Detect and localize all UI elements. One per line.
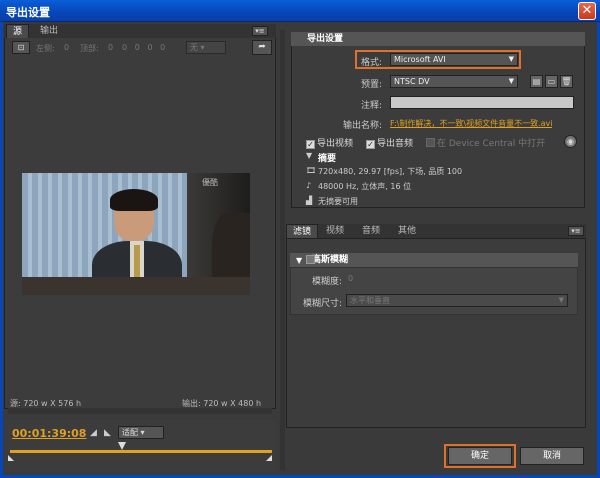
ok-button[interactable]: 确定	[448, 447, 512, 465]
panel-menu-icon[interactable]: ▾≡	[252, 26, 268, 36]
gaussian-blur-header: 高斯模糊	[290, 253, 578, 267]
crop-left-value[interactable]: 0	[64, 43, 69, 52]
comment-input[interactable]	[390, 96, 574, 109]
audio-icon: ♪	[306, 181, 312, 190]
preset-label: 预置:	[360, 80, 382, 90]
zoom-fit-select[interactable]: 适配 ▾	[118, 426, 164, 439]
import-preset-icon[interactable]: ▭	[545, 75, 558, 88]
checkbox-filter[interactable]	[306, 255, 315, 264]
summary-audio: 48000 Hz, 立体声, 16 位	[318, 182, 412, 191]
filter-toggle-icon[interactable]: ▼	[296, 256, 302, 265]
settings-menu-icon[interactable]: ▾≡	[568, 226, 584, 236]
cancel-button[interactable]: 取消	[520, 447, 584, 465]
output-name-label: 输出名称:	[342, 121, 382, 131]
checkbox-device-central[interactable]	[426, 138, 435, 147]
crop-ratio-select[interactable]: 无 ▾	[186, 41, 226, 54]
tab-output[interactable]: 输出	[34, 24, 64, 38]
set-out-icon[interactable]: ◣	[104, 428, 114, 438]
format-highlight	[355, 50, 521, 69]
settings-tabs: 滤镜 视频 音频 其他 ▾≡	[286, 224, 586, 238]
checkbox-video[interactable]: ✓	[306, 140, 315, 149]
summary-toggle-icon[interactable]: ▼	[306, 151, 312, 160]
desk	[22, 277, 250, 295]
summary-none: 无摘要可用	[318, 197, 358, 206]
device-central-checkbox[interactable]: 在 Device Central 中打开	[426, 136, 545, 149]
tab-filters[interactable]: 滤镜	[286, 224, 319, 238]
timeline-track[interactable]	[10, 450, 272, 453]
set-in-icon[interactable]: ◢	[90, 428, 100, 438]
crop-dots: 0 0 0 0	[122, 43, 166, 52]
export-settings-header: 导出设置	[291, 32, 585, 46]
panel-splitter[interactable]	[280, 30, 285, 470]
crop-top-value[interactable]: 0	[108, 43, 113, 52]
checkbox-audio[interactable]: ✓	[366, 140, 375, 149]
crop-icon[interactable]: ⊡	[12, 41, 30, 54]
blur-label: 模糊度:	[311, 277, 342, 287]
delete-preset-icon[interactable]: 🗑	[560, 75, 573, 88]
close-icon[interactable]: ✕	[578, 2, 596, 20]
watermark-logo: 優酷	[202, 178, 218, 187]
blur-value[interactable]: 0	[348, 274, 353, 283]
preset-select[interactable]: NTSC DV ▼	[390, 75, 518, 88]
blur-dimension-label: 模糊尺寸:	[302, 299, 342, 309]
tab-source[interactable]: 源	[6, 24, 30, 38]
window-title: 导出设置	[6, 6, 50, 19]
crop-top-label: 顶部:	[80, 44, 99, 53]
preview-scrollbar[interactable]	[8, 408, 272, 414]
chart-icon: ▟	[306, 196, 313, 205]
output-name-link[interactable]: F:\制作解决，不一致\视频文件音量不一致.avi	[390, 118, 552, 129]
film-icon: 🎞	[306, 166, 317, 175]
title-bar: 导出设置 ✕	[0, 0, 600, 22]
device-central-icon[interactable]: ◉	[564, 135, 577, 148]
export-audio-checkbox[interactable]: ✓ 导出音频	[366, 136, 413, 149]
export-arrow-icon[interactable]: ➦	[252, 40, 272, 55]
crop-toolbar: ⊡ 左侧: 0 顶部: 0 0 0 0 0 无 ▾ ➦	[8, 40, 272, 56]
tab-audio[interactable]: 音频	[356, 224, 386, 238]
source-tabs: 源 输出 ▾≡	[4, 24, 276, 38]
summary-video: 720x480, 29.97 [fps], 下场, 品质 100	[318, 167, 463, 176]
crop-left-label: 左侧:	[36, 44, 55, 53]
export-video-checkbox[interactable]: ✓ 导出视频	[306, 136, 353, 149]
filter-enable-checkbox[interactable]	[306, 255, 317, 266]
summary-title: 摘要	[318, 154, 337, 164]
blur-dimension-select[interactable]: 水平和垂直 ▼	[346, 294, 568, 307]
comment-label: 注释:	[360, 101, 382, 111]
timecode[interactable]: 00:01:39:08	[12, 427, 86, 440]
video-preview: 優酷	[22, 173, 250, 295]
tab-other[interactable]: 其他	[392, 224, 422, 238]
tab-video[interactable]: 视频	[320, 224, 350, 238]
save-preset-icon[interactable]: ▤	[530, 75, 543, 88]
